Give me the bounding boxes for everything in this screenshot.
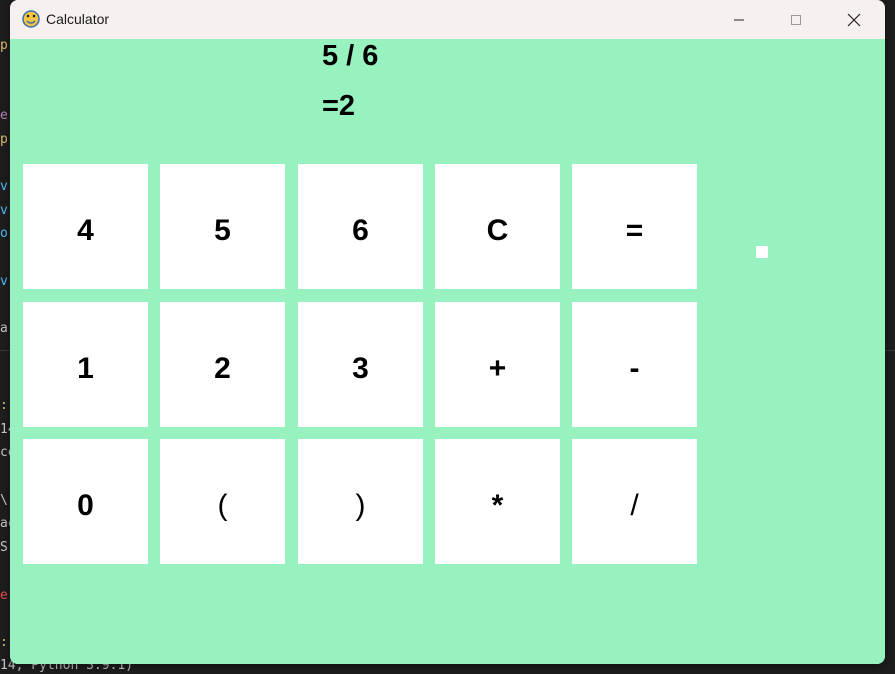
key-label: C (486, 213, 509, 247)
key-label: * (491, 488, 504, 522)
key-clear[interactable]: C (435, 164, 560, 289)
key-label: 0 (77, 488, 94, 522)
key-minus[interactable]: - (572, 302, 697, 427)
title-bar[interactable]: Calculator (10, 0, 885, 39)
key-label: 2 (214, 351, 231, 385)
key-label: ) (355, 488, 366, 522)
terminal-line: : (0, 398, 8, 413)
key-open-paren[interactable]: ( (160, 439, 285, 564)
minimize-icon (734, 19, 744, 20)
key-label: 5 (214, 213, 231, 247)
editor-line: a (0, 321, 8, 336)
minimize-button[interactable] (716, 0, 762, 39)
editor-line: e (0, 108, 8, 123)
maximize-button[interactable] (773, 0, 819, 39)
key-label: / (630, 488, 639, 522)
key-close-paren[interactable]: ) (298, 439, 423, 564)
key-label: ( (217, 488, 228, 522)
key-6[interactable]: 6 (298, 164, 423, 289)
key-label: = (625, 213, 644, 247)
key-5[interactable]: 5 (160, 164, 285, 289)
close-button[interactable] (831, 0, 877, 39)
editor-line: p (0, 38, 8, 53)
key-label: 4 (77, 213, 94, 247)
editor-line: p (0, 132, 8, 147)
editor-line: o (0, 226, 8, 241)
key-2[interactable]: 2 (160, 302, 285, 427)
key-multiply[interactable]: * (435, 439, 560, 564)
key-plus[interactable]: + (435, 302, 560, 427)
close-icon (847, 13, 861, 26)
calculator-canvas[interactable]: 5 / 6 =2 4 5 6 C = 1 2 3 + - 0 ( ) * / (10, 39, 885, 664)
calculator-window: Calculator 5 / 6 =2 4 5 6 C = 1 2 3 + - … (10, 0, 885, 664)
key-1[interactable]: 1 (23, 302, 148, 427)
key-divide[interactable]: / (572, 439, 697, 564)
terminal-line: e (0, 588, 8, 603)
terminal-line: S (0, 540, 8, 555)
key-4[interactable]: 4 (23, 164, 148, 289)
cursor-marker (756, 246, 768, 258)
result-display: =2 (322, 90, 356, 122)
key-3[interactable]: 3 (298, 302, 423, 427)
expression-display: 5 / 6 (322, 40, 379, 72)
key-0[interactable]: 0 (23, 439, 148, 564)
key-label: 1 (77, 351, 94, 385)
terminal-line: : (0, 635, 8, 650)
python-snake-icon (22, 10, 40, 28)
maximize-icon (791, 14, 801, 25)
key-label: 3 (352, 351, 369, 385)
key-label: 6 (352, 213, 369, 247)
key-label: + (488, 351, 507, 385)
terminal-line: \ (0, 493, 8, 508)
editor-line: v (0, 179, 8, 194)
key-equals[interactable]: = (572, 164, 697, 289)
key-label: - (629, 351, 640, 385)
editor-line: v (0, 274, 8, 289)
editor-line: v (0, 203, 8, 218)
window-title: Calculator (46, 11, 110, 27)
